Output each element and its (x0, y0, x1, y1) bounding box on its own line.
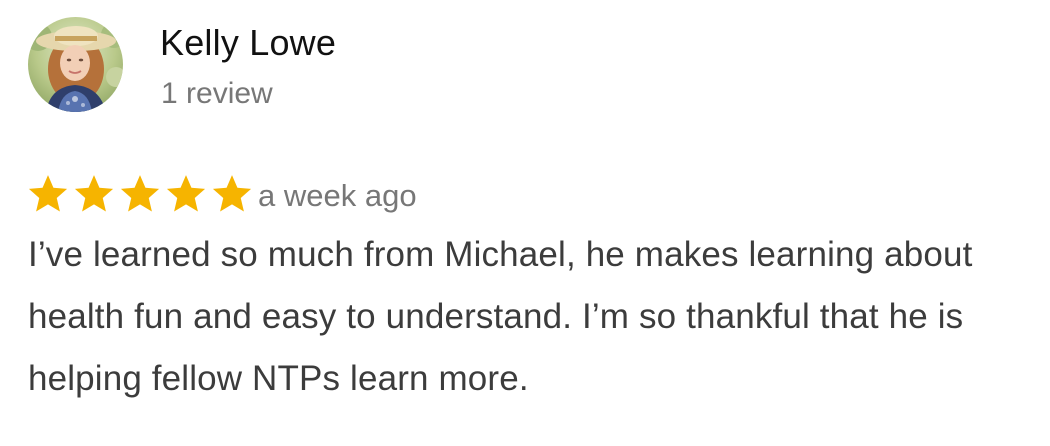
review-card: Kelly Lowe 1 review a week ago I’ve lear… (0, 0, 1050, 446)
review-count: 1 review (161, 77, 273, 110)
star-icon (120, 175, 160, 212)
star-icon (212, 175, 252, 212)
reviewer-avatar[interactable] (28, 17, 123, 112)
star-icon (74, 175, 114, 212)
review-time: a week ago (258, 178, 417, 213)
star-icon (28, 175, 68, 212)
user-photo-avatar (28, 17, 123, 112)
review-text: I’ve learned so much from Michael, he ma… (28, 235, 973, 398)
star-icon (166, 175, 206, 212)
star-rating (26, 172, 256, 216)
reviewer-name[interactable]: Kelly Lowe (160, 20, 336, 66)
